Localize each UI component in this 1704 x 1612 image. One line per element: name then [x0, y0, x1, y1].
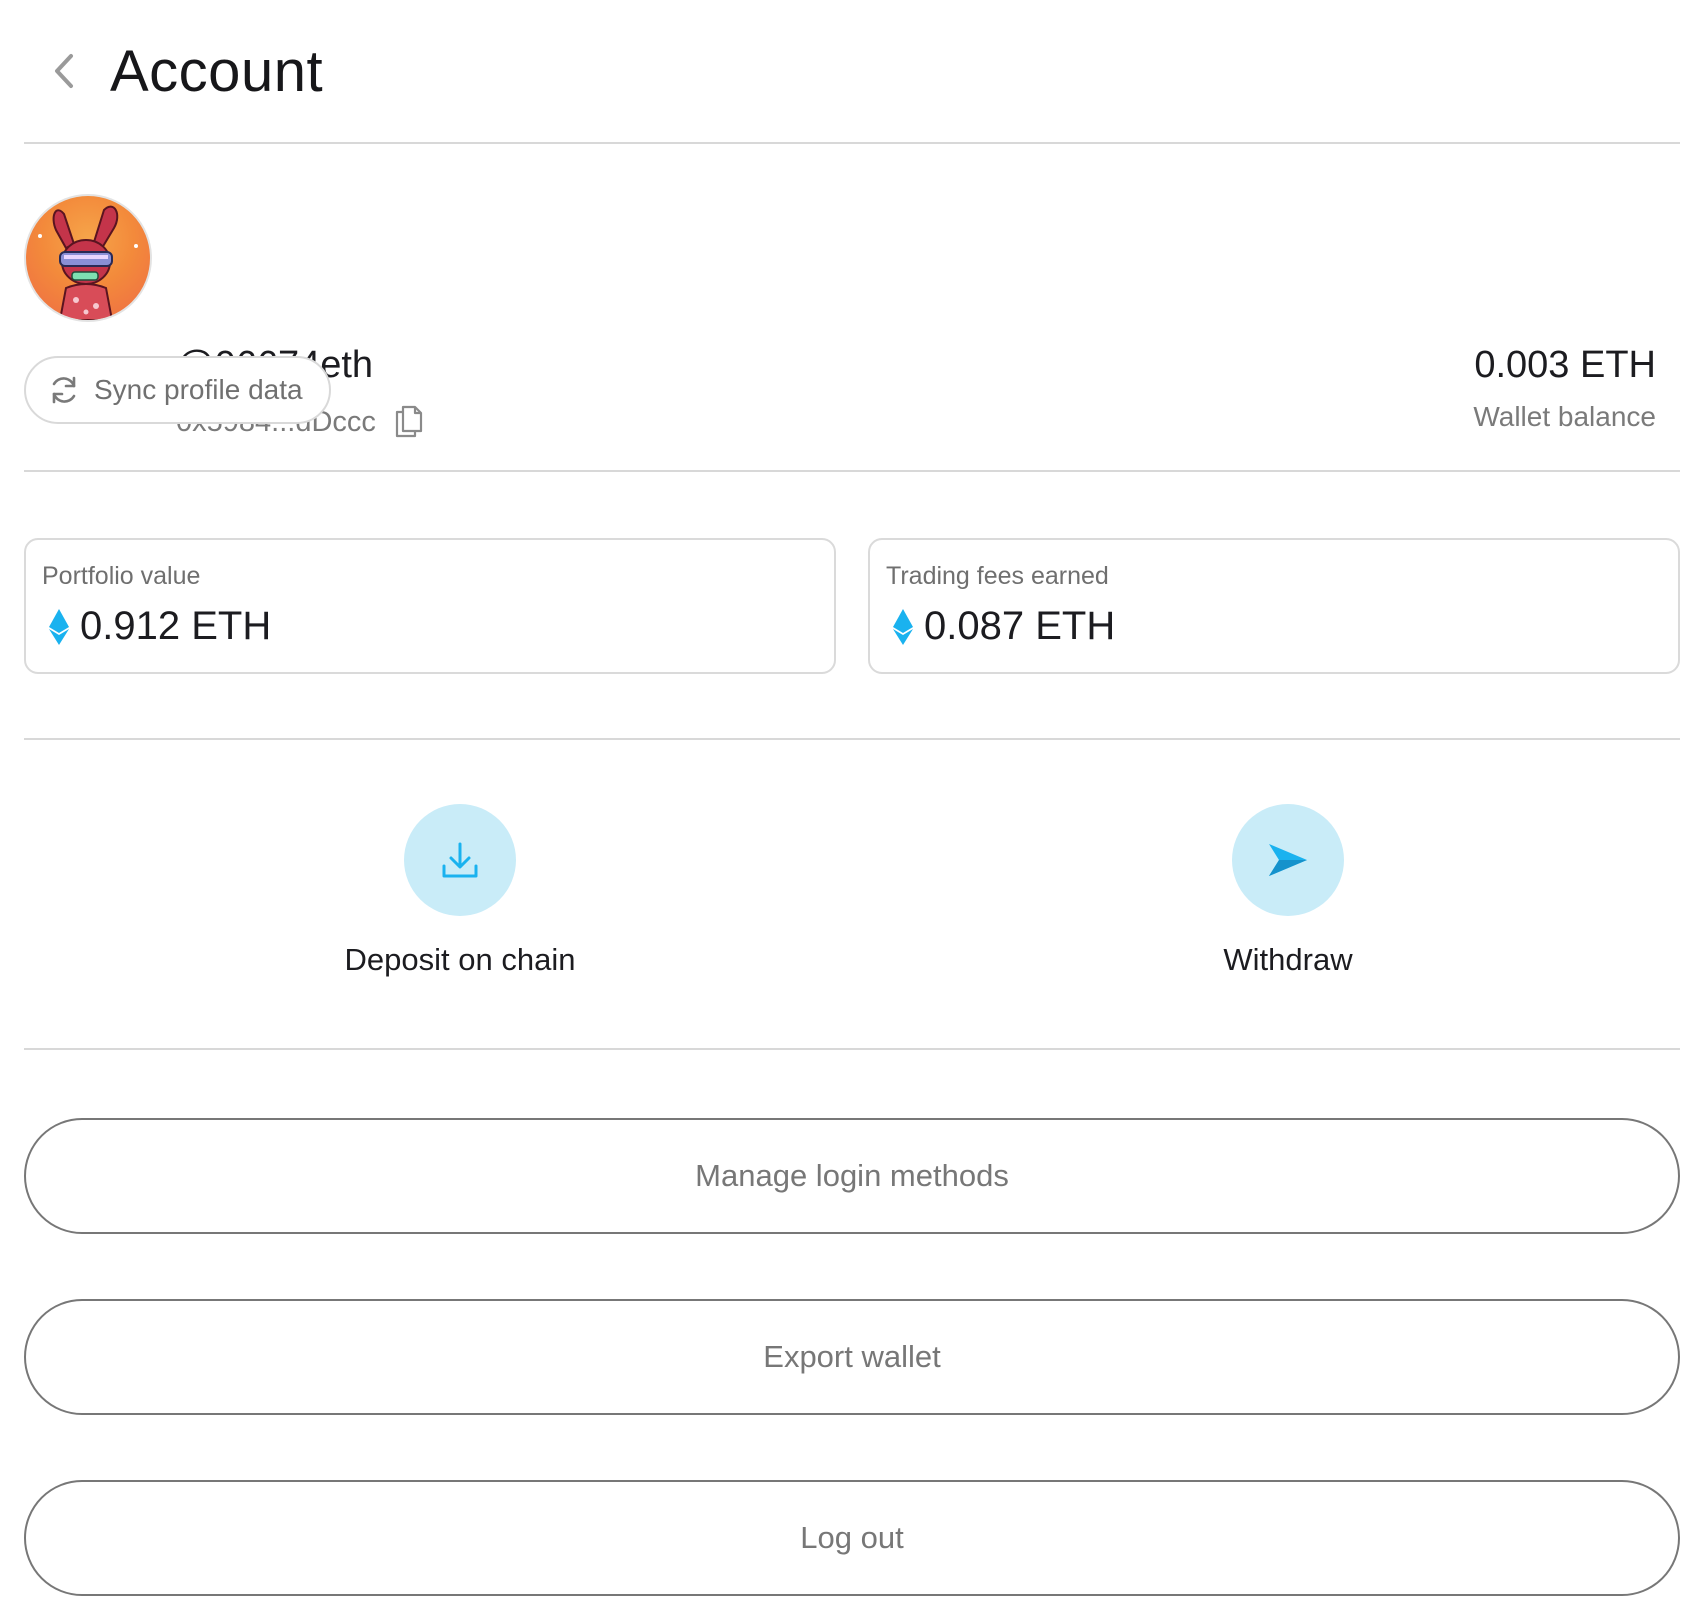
- ethereum-icon: [893, 608, 913, 645]
- account-page: Account 0.003 ETH Wallet balance Sync pr…: [24, 0, 1680, 1596]
- deposit-icon-circle: [404, 804, 516, 916]
- stats-section: Portfolio value 0.912 ETH Trading fees e…: [24, 472, 1680, 740]
- portfolio-value-row: 0.912 ETH: [48, 604, 271, 649]
- wallet-balance-label: Wallet balance: [1473, 401, 1656, 432]
- actions-section: Deposit on chain Withdraw: [24, 740, 1680, 1050]
- manage-login-methods-button[interactable]: Manage login methods: [24, 1118, 1680, 1234]
- page-header: Account: [24, 0, 1680, 144]
- avatar[interactable]: [24, 194, 152, 322]
- withdraw-icon-circle: [1232, 804, 1344, 916]
- wallet-balance-value: 0.003 ETH: [1474, 344, 1656, 386]
- copy-icon: [395, 405, 422, 438]
- refresh-icon: [52, 376, 76, 404]
- trading-fees-row: 0.087 ETH: [892, 604, 1115, 649]
- download-icon: [442, 842, 478, 878]
- withdraw-label: Withdraw: [1223, 942, 1353, 977]
- deposit-label: Deposit on chain: [344, 942, 576, 977]
- portfolio-value: 0.912 ETH: [80, 604, 272, 648]
- log-out-button[interactable]: Log out: [24, 1480, 1680, 1596]
- back-button[interactable]: [28, 35, 100, 107]
- portfolio-value-label: Portfolio value: [42, 562, 201, 590]
- chevron-left-icon: [55, 54, 73, 88]
- trading-fees-label: Trading fees earned: [886, 562, 1109, 590]
- avatar-image: [38, 205, 138, 320]
- page-title: Account: [110, 38, 324, 104]
- trading-fees-value: 0.087 ETH: [924, 604, 1116, 648]
- deposit-on-chain-button[interactable]: Deposit on chain: [310, 804, 610, 978]
- trading-fees-card: Trading fees earned 0.087 ETH: [868, 538, 1680, 674]
- wallet-balance: 0.003 ETH Wallet balance: [1473, 344, 1656, 433]
- send-icon: [1269, 844, 1307, 876]
- ethereum-icon: [49, 608, 69, 645]
- copy-address-button[interactable]: [394, 404, 428, 440]
- portfolio-value-card: Portfolio value 0.912 ETH: [24, 538, 836, 674]
- withdraw-button[interactable]: Withdraw: [1138, 804, 1438, 978]
- sync-profile-label: Sync profile data: [94, 374, 303, 405]
- export-wallet-button[interactable]: Export wallet: [24, 1299, 1680, 1415]
- sync-profile-button[interactable]: Sync profile data: [24, 356, 331, 424]
